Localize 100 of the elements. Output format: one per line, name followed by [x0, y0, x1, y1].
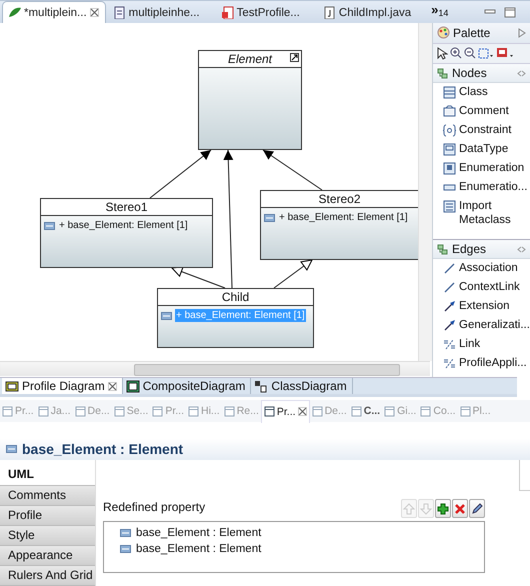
- maximize-icon: [504, 6, 516, 18]
- palette-tool[interactable]: Association: [443, 261, 530, 280]
- property-icon: [161, 312, 172, 320]
- drawer-header[interactable]: Edges: [433, 240, 530, 259]
- minimize-icon: [484, 6, 496, 16]
- attribute-text[interactable]: + base_Element: Element [1]: [58, 219, 189, 232]
- add-icon: [437, 502, 449, 514]
- pencil-icon: [471, 502, 483, 514]
- window-icon: [38, 406, 49, 417]
- datatype-icon: [443, 143, 456, 156]
- editor-tab[interactable]: ChildImpl.java: [318, 2, 418, 23]
- editor-tab[interactable]: multipleinhe...: [108, 2, 206, 23]
- drawer-header[interactable]: Nodes: [433, 64, 530, 83]
- diagram-tab[interactable]: Profile Diagram: [2, 378, 123, 394]
- view-tab[interactable]: C...: [348, 400, 382, 422]
- close-icon: [108, 382, 117, 391]
- class-node[interactable]: Child + base_Element: Element [1]: [157, 288, 314, 348]
- section-tab[interactable]: Appearance: [0, 546, 95, 566]
- diagram-icon: [5, 380, 19, 393]
- link-icon: [443, 357, 456, 370]
- generalization-arrow: [172, 266, 226, 288]
- line-icon: [443, 262, 456, 275]
- window-icon: [74, 406, 86, 417]
- diagram-icon: [126, 380, 140, 393]
- line-icon: [443, 281, 456, 294]
- window-icon: [460, 406, 471, 417]
- list-item[interactable]: base_Element : Element: [120, 541, 484, 557]
- palette-tool[interactable]: Comment: [443, 104, 530, 123]
- editor-tab[interactable]: *multiplein...: [2, 1, 106, 23]
- window-icon: [188, 406, 200, 417]
- drawer-icon: [437, 68, 448, 78]
- move-down-icon: [420, 502, 432, 514]
- extension-arrow: [150, 150, 212, 198]
- palette-tool[interactable]: ContextLink: [443, 280, 530, 299]
- list-item[interactable]: base_Element : Element: [120, 525, 484, 541]
- section-tab[interactable]: Rulers And Grid: [0, 566, 95, 586]
- move-up-icon: [403, 502, 415, 514]
- pencil-button[interactable]: [469, 499, 485, 518]
- marquee-icon: [478, 46, 494, 60]
- palette-tool[interactable]: Extension: [443, 299, 530, 318]
- class-node[interactable]: Stereo2 + base_Element: Element [1]: [260, 190, 418, 260]
- drawer-icon: [437, 244, 448, 254]
- horizontal-scrollbar[interactable]: [0, 361, 430, 376]
- panel-frame: [519, 460, 530, 491]
- palette-tool[interactable]: ProfileAppli...: [443, 356, 530, 375]
- editor-tab[interactable]: TestProfile...: [216, 2, 306, 23]
- palette-tool[interactable]: Enumeratio...: [443, 180, 530, 199]
- palette-tool[interactable]: Enumeration: [443, 161, 530, 180]
- property-icon: [120, 529, 131, 537]
- palette-tool[interactable]: Constraint: [443, 123, 530, 142]
- view-tab[interactable]: Pr...: [260, 400, 310, 423]
- close-icon: [298, 407, 307, 416]
- diagram-tab[interactable]: CompositeDiagram: [122, 378, 252, 394]
- enumeration-icon: [443, 162, 456, 175]
- palette-tool[interactable]: Generalizati...: [443, 318, 530, 337]
- property-icon: [44, 222, 55, 230]
- window-icon: [312, 406, 323, 417]
- section-tab[interactable]: Profile: [0, 506, 95, 526]
- window-icon: [114, 406, 125, 417]
- window-icon: [224, 406, 235, 417]
- vertical-scrollbar[interactable]: [418, 23, 432, 361]
- palette-icon: [437, 26, 450, 40]
- collapse-icon: [517, 70, 526, 76]
- extension-arrow: [262, 150, 322, 190]
- pointer-icon: [436, 46, 448, 60]
- delete-button[interactable]: [452, 499, 468, 518]
- class-node[interactable]: Stereo1 + base_Element: Element [1]: [40, 198, 213, 268]
- constraint-icon: [443, 124, 456, 137]
- class-icon: [443, 86, 456, 99]
- window-icon: [420, 406, 432, 417]
- arrow-icon: [443, 300, 456, 313]
- section-tab[interactable]: Comments: [0, 486, 95, 506]
- window-icon: [350, 406, 362, 417]
- document-icon: [112, 6, 126, 19]
- add-button[interactable]: [435, 499, 451, 518]
- diagram-icon: [254, 380, 268, 393]
- class-node[interactable]: Element: [198, 50, 302, 150]
- palette-tool[interactable]: Import Metaclass: [443, 199, 530, 227]
- property-icon: [264, 214, 275, 222]
- close-icon: [90, 8, 99, 17]
- document-icon: [322, 6, 336, 19]
- palette-tool[interactable]: DataType: [443, 142, 530, 161]
- section-tab[interactable]: Style: [0, 526, 95, 546]
- diagram-tab[interactable]: ClassDiagram: [251, 378, 353, 394]
- property-icon: [6, 445, 17, 454]
- collapse-icon: [517, 246, 526, 252]
- corner-icon: [290, 53, 299, 62]
- expand-icon: [518, 28, 526, 38]
- metaclass-icon: [443, 200, 456, 213]
- window-icon: [152, 406, 164, 417]
- leaf-icon: [8, 6, 21, 19]
- palette-title: Palette: [453, 26, 492, 40]
- property-icon: [120, 545, 131, 553]
- delete-icon: [454, 502, 466, 514]
- palette-tool[interactable]: Link: [443, 337, 530, 356]
- window-icon: [264, 406, 275, 418]
- arrow-icon: [443, 319, 456, 332]
- palette-tool[interactable]: Class: [443, 85, 530, 104]
- comment-icon: [443, 105, 456, 118]
- generalization-arrow: [274, 260, 312, 288]
